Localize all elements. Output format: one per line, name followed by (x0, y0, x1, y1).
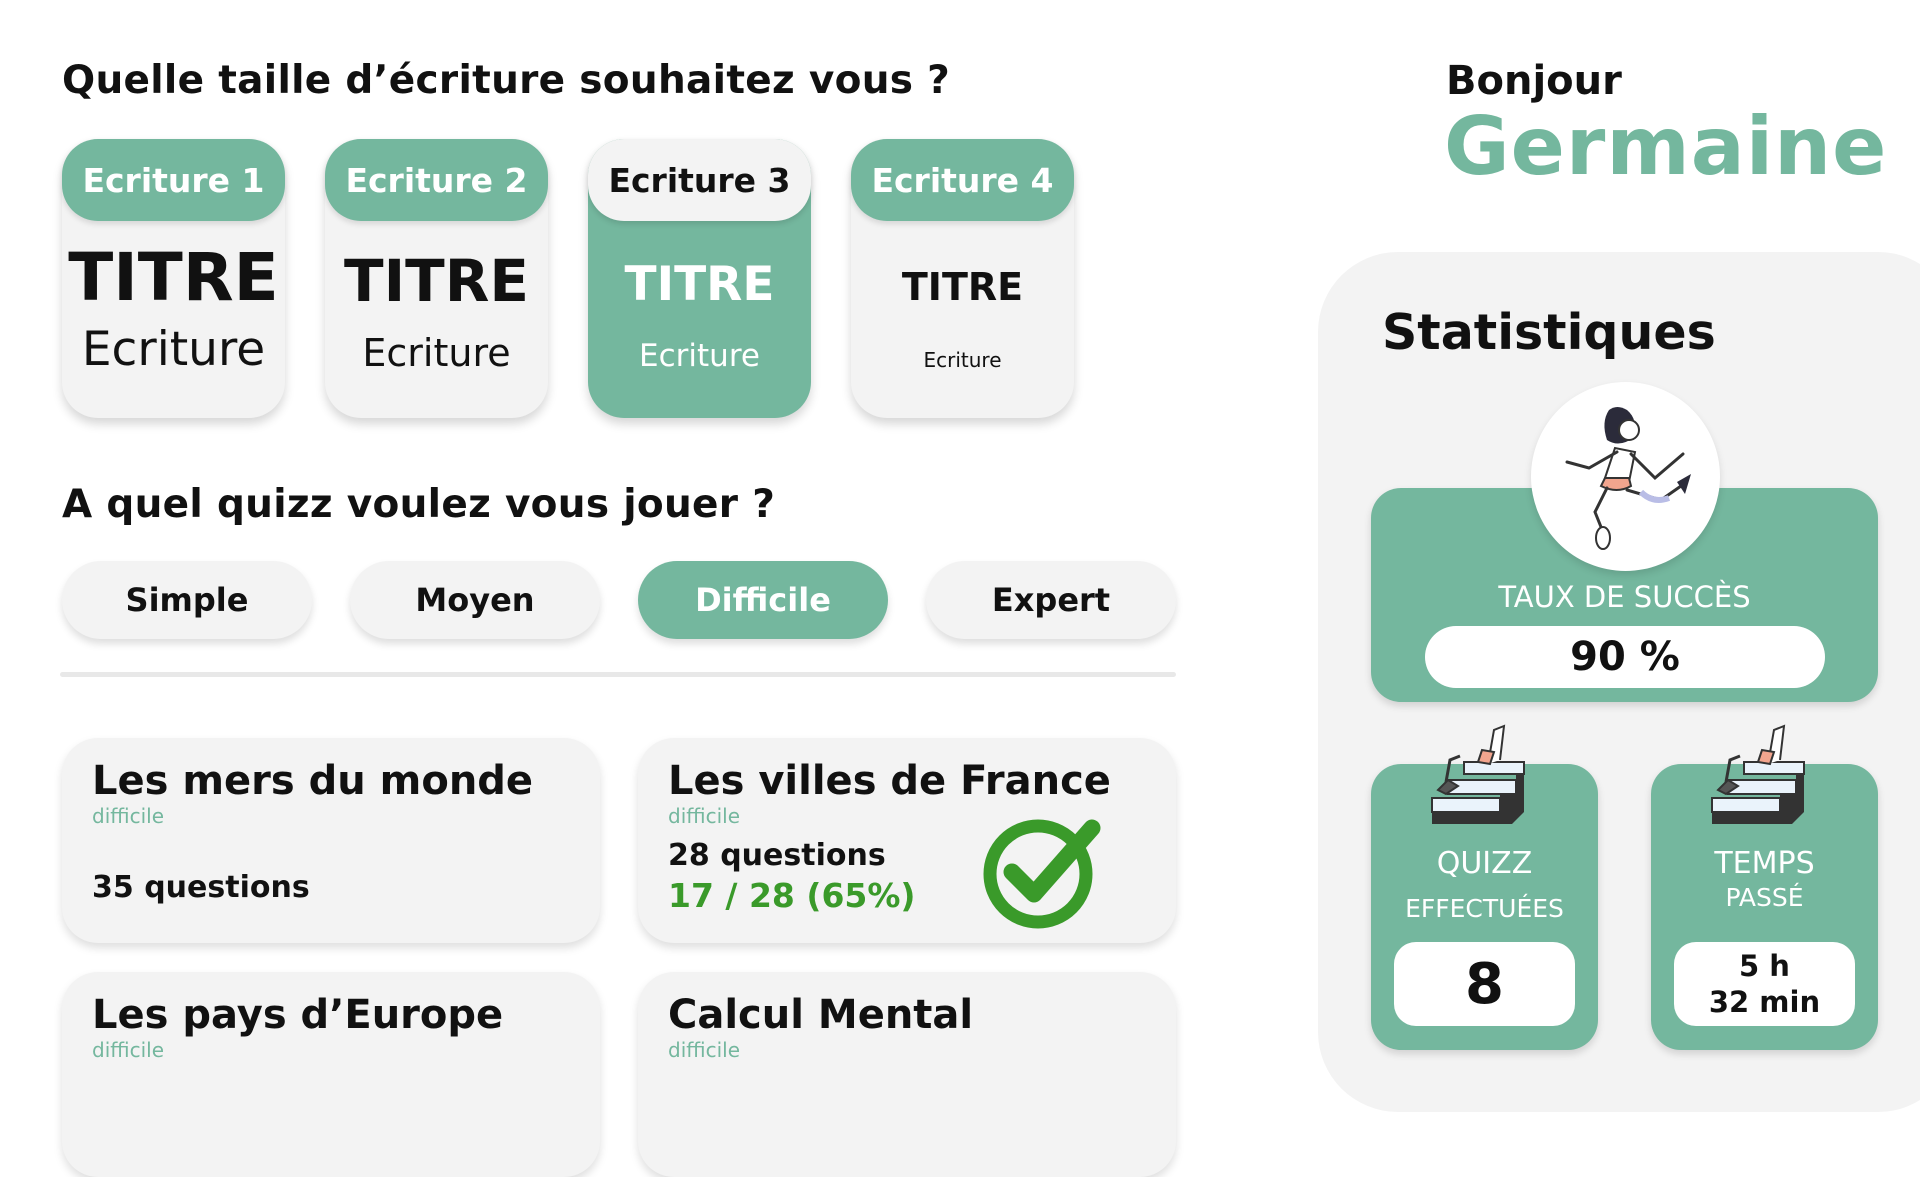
divider (60, 672, 1176, 677)
time-spent-value: 5 h 32 min (1674, 942, 1855, 1026)
success-rate-value: 90 % (1425, 626, 1825, 688)
quiz-title: Les pays d’Europe (92, 992, 504, 1038)
level-moyen-button[interactable]: Moyen (350, 561, 600, 639)
level-difficile-button[interactable]: Difficile (638, 561, 888, 639)
stairs-illustration (1711, 724, 1805, 824)
quiz-level: difficile (92, 1038, 165, 1062)
font-option-subtitle: Ecriture (923, 348, 1002, 372)
quizz-done-label-1: QUIZZ (1436, 846, 1533, 881)
font-size-question: Quelle taille d’écriture souhaitez vous … (62, 58, 951, 103)
stats-title: Statistiques (1382, 304, 1716, 361)
time-spent-label-1: TEMPS (1714, 846, 1815, 881)
quiz-card-mers[interactable]: Les mers du monde difficile 35 questions (62, 738, 600, 943)
quiz-card-calcul[interactable]: Calcul Mental difficile (638, 972, 1176, 1177)
font-option-title: TITRE (901, 265, 1024, 309)
quiz-title: Les villes de France (668, 758, 1111, 804)
font-option-1[interactable]: Ecriture 1 TITRE Ecriture (62, 139, 285, 418)
quizz-done-label-2: EFFECTUÉES (1405, 894, 1564, 923)
font-option-4[interactable]: Ecriture 4 TITRE Ecriture (851, 139, 1074, 418)
success-rate-label: TAUX DE SUCCÈS (1498, 580, 1751, 614)
quiz-level: difficile (92, 804, 165, 828)
font-option-subtitle: Ecriture (639, 338, 760, 374)
greeting-hello: Bonjour (1446, 58, 1622, 104)
user-name: Germaine (1444, 100, 1888, 193)
font-option-label: Ecriture 1 (62, 139, 285, 221)
quiz-card-villes[interactable]: Les villes de France difficile 28 questi… (638, 738, 1176, 943)
stairs-illustration (1431, 724, 1525, 824)
quiz-card-pays[interactable]: Les pays d’Europe difficile (62, 972, 600, 1177)
time-spent-hours: 5 h (1739, 949, 1790, 983)
font-option-label: Ecriture 3 (588, 139, 811, 221)
quiz-level: difficile (668, 1038, 741, 1062)
time-spent-minutes: 32 min (1708, 985, 1821, 1019)
font-option-subtitle: Ecriture (81, 322, 266, 377)
quiz-score: 17 / 28 (65%) (668, 876, 916, 915)
quiz-level: difficile (668, 804, 741, 828)
font-option-subtitle: Ecriture (362, 331, 511, 375)
font-option-label: Ecriture 2 (325, 139, 548, 221)
quizz-done-value: 8 (1394, 942, 1575, 1026)
time-spent-label-2: PASSÉ (1725, 883, 1804, 912)
quiz-question-count: 28 questions (668, 838, 886, 873)
runner-illustration (1531, 382, 1720, 571)
level-simple-button[interactable]: Simple (62, 561, 312, 639)
quiz-title: Les mers du monde (92, 758, 534, 804)
font-option-title: TITRE (344, 247, 529, 315)
quiz-level-question: A quel quizz voulez vous jouer ? (62, 482, 776, 527)
font-option-3[interactable]: Ecriture 3 TITRE Ecriture (588, 139, 811, 418)
font-option-title: TITRE (68, 239, 279, 316)
font-option-2[interactable]: Ecriture 2 TITRE Ecriture (325, 139, 548, 418)
font-option-title: TITRE (624, 257, 775, 312)
checkmark-icon (983, 819, 1101, 929)
level-expert-button[interactable]: Expert (926, 561, 1176, 639)
quiz-title: Calcul Mental (668, 992, 974, 1038)
quiz-question-count: 35 questions (92, 870, 310, 905)
font-option-label: Ecriture 4 (851, 139, 1074, 221)
